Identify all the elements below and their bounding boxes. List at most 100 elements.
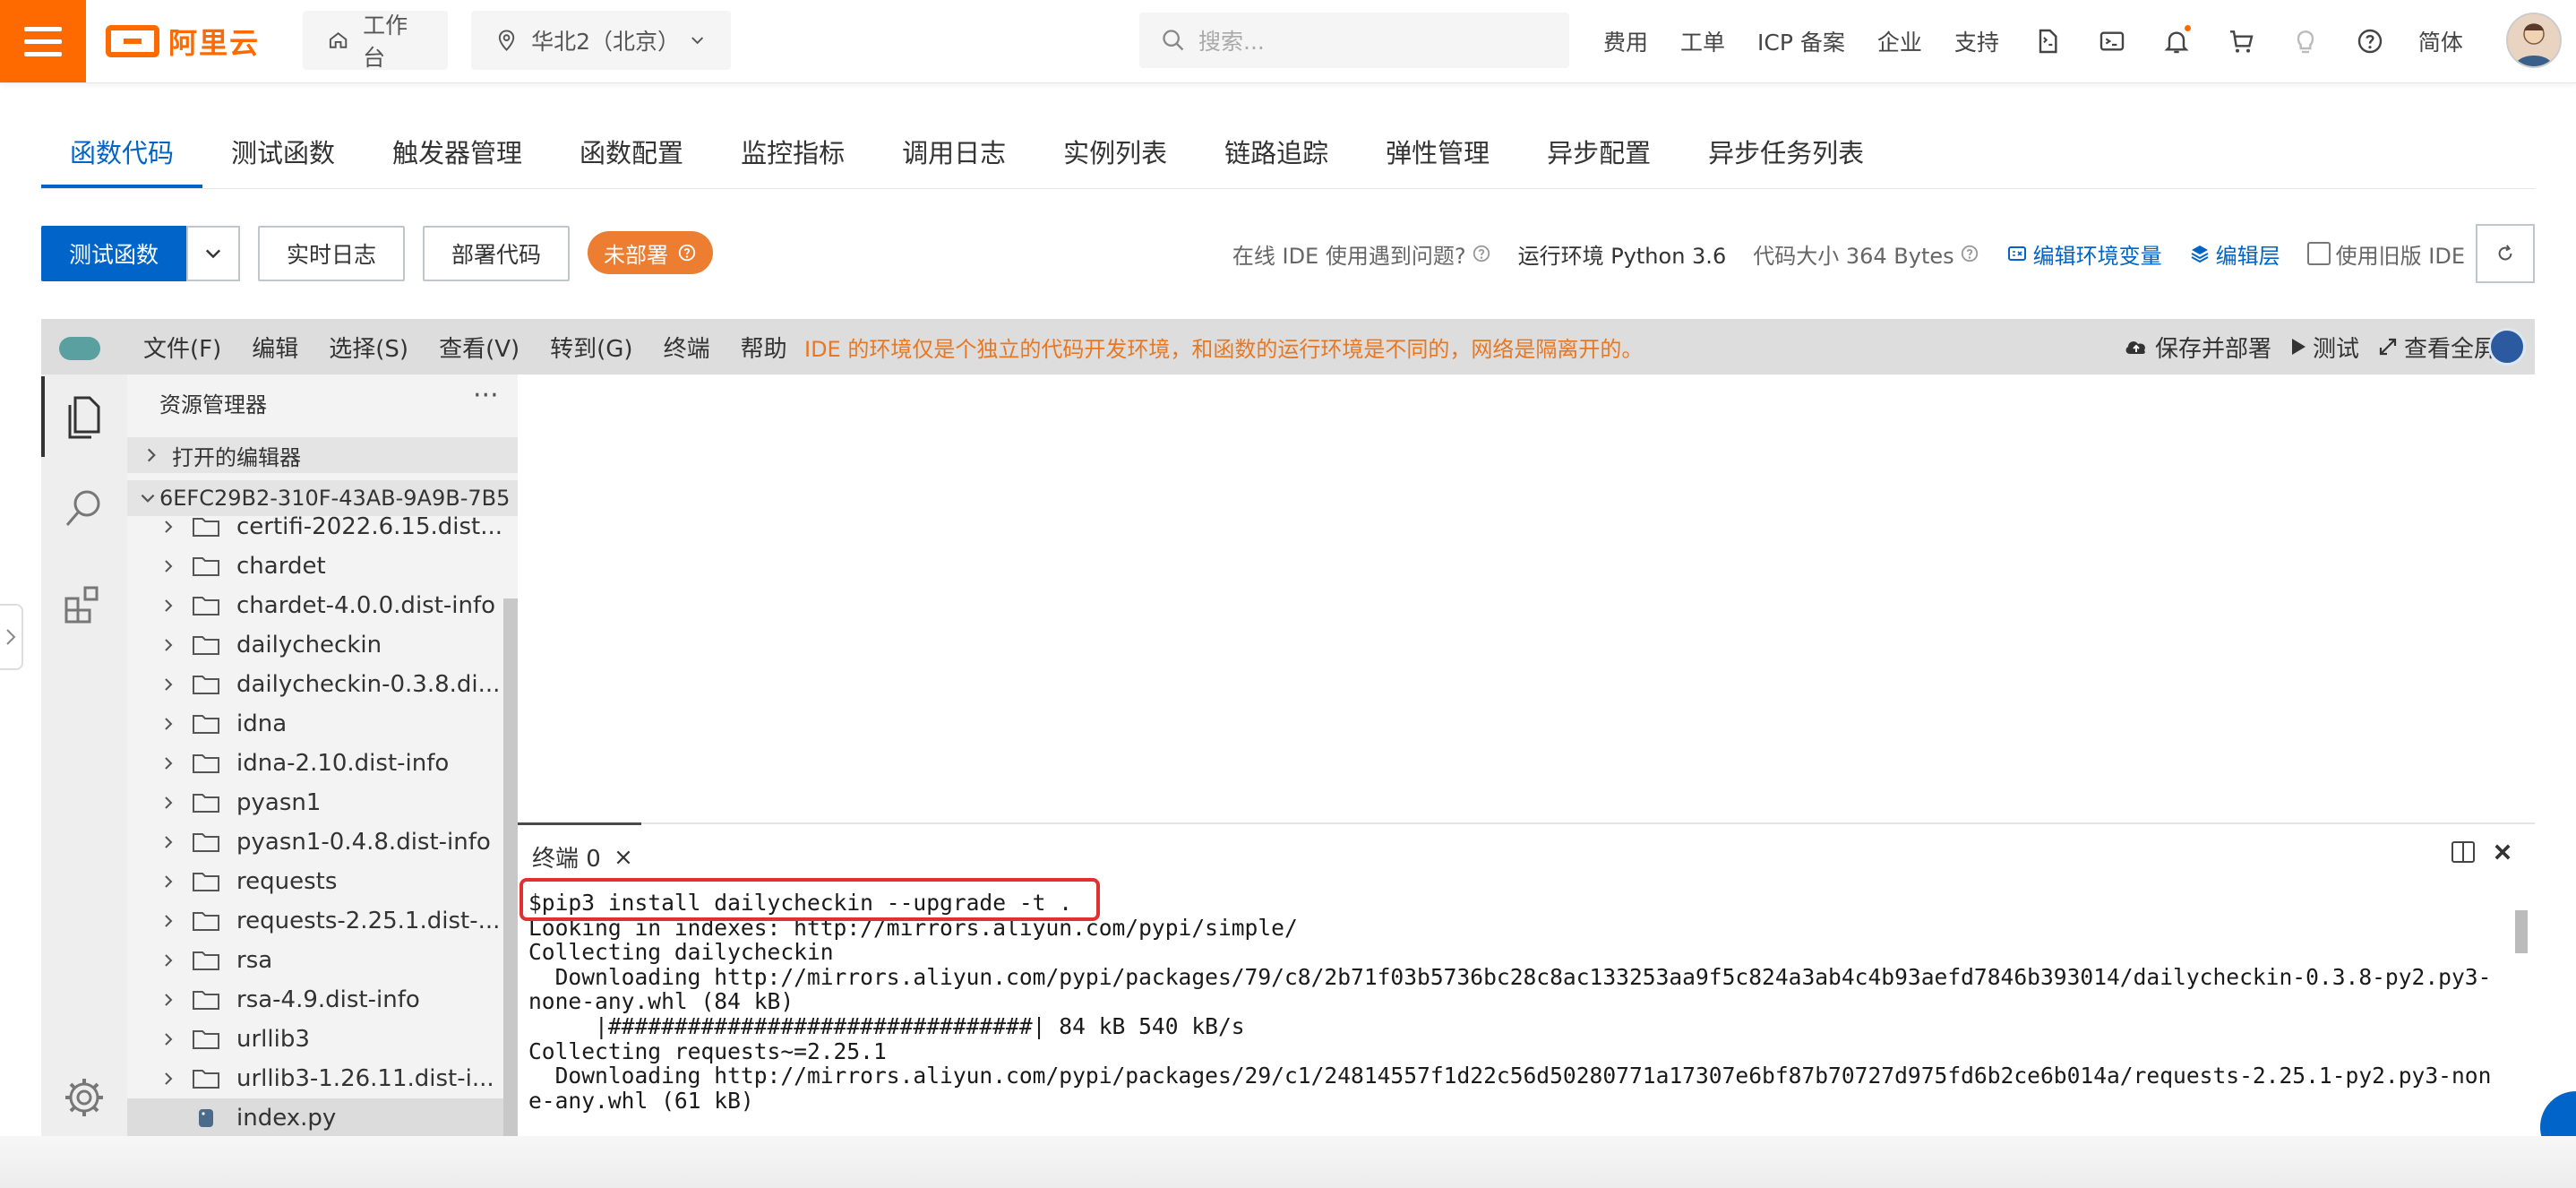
menu-goto[interactable]: 转到(G) [550, 331, 632, 364]
chevron-right-icon [152, 557, 185, 575]
menu-terminal[interactable]: 终端 [664, 331, 710, 364]
close-icon[interactable] [2492, 841, 2513, 863]
explorer-scrollbar[interactable] [503, 598, 518, 1136]
tab-metrics[interactable]: 监控指标 [712, 116, 873, 188]
split-icon[interactable] [2451, 840, 2476, 864]
ide-issue-help[interactable]: 在线 IDE 使用遇到问题? [1232, 238, 1491, 270]
tab-function-config[interactable]: 函数配置 [551, 116, 712, 188]
api-icon[interactable] [2031, 25, 2064, 57]
terminal-icon[interactable] [2096, 25, 2128, 57]
ide-account-icon[interactable] [2488, 328, 2526, 366]
more-actions-icon[interactable]: ··· [473, 380, 499, 411]
editor-area[interactable] [518, 374, 2535, 822]
test-options-dropdown[interactable] [186, 226, 240, 281]
explorer-title: 资源管理器 [159, 392, 267, 418]
chevron-right-icon [152, 676, 185, 693]
sidebar-toggle[interactable] [0, 604, 23, 670]
terminal-scrollbar[interactable] [2515, 910, 2528, 953]
tab-test-function[interactable]: 测试函数 [202, 116, 364, 188]
chevron-right-icon [152, 912, 185, 930]
tab-function-code[interactable]: 函数代码 [41, 116, 203, 188]
save-deploy-label: 保存并部署 [2154, 335, 2271, 363]
terminal-actions [2451, 840, 2513, 864]
deploy-code-button[interactable]: 部署代码 [423, 226, 570, 281]
folder-item[interactable]: dailycheckin [127, 625, 503, 665]
code-size: 代码大小 364 Bytes [1753, 238, 1979, 270]
tab-invocation-logs[interactable]: 调用日志 [873, 116, 1035, 188]
explorer-icon[interactable] [41, 376, 127, 457]
status-badge[interactable]: 未部署 [588, 231, 713, 274]
ide-test-button[interactable]: 测试 [2289, 331, 2359, 364]
terminal-tab-label: 终端 0 [532, 846, 601, 873]
tree-item-label: requests [236, 868, 338, 895]
menu-help[interactable]: 帮助 [741, 331, 787, 364]
tab-instances[interactable]: 实例列表 [1035, 116, 1196, 188]
folder-item[interactable]: dailycheckin-0.3.8.di... [127, 665, 503, 704]
folder-item[interactable]: requests [127, 862, 503, 901]
nav-billing[interactable]: 费用 [1603, 25, 1648, 57]
language-switch[interactable]: 简体 [2418, 25, 2463, 57]
menu-icon[interactable] [0, 0, 86, 82]
nav-support[interactable]: 支持 [1954, 25, 1999, 57]
workbench-button[interactable]: 工作台 [303, 11, 448, 71]
menu-edit[interactable]: 编辑 [252, 331, 298, 364]
folder-item[interactable]: rsa [127, 941, 503, 980]
menu-selection[interactable]: 选择(S) [329, 331, 408, 364]
folder-item[interactable]: urllib3 [127, 1020, 503, 1059]
terminal-tab[interactable]: 终端 0 [532, 840, 633, 874]
refresh-button[interactable] [2476, 224, 2535, 283]
aliyun-logo[interactable]: 阿里云 [106, 20, 260, 63]
folder-item[interactable]: idna-2.10.dist-info [127, 744, 503, 783]
folder-item[interactable]: certifi-2022.6.15.dist... [127, 507, 503, 547]
terminal-output[interactable]: $pip3 install dailycheckin --upgrade -t … [528, 891, 2515, 1113]
folder-item[interactable]: pyasn1 [127, 783, 503, 822]
nav-tickets[interactable]: 工单 [1680, 25, 1725, 57]
realtime-log-button[interactable]: 实时日志 [258, 226, 405, 281]
help-icon[interactable] [2354, 25, 2386, 57]
tab-async-tasks[interactable]: 异步任务列表 [1679, 116, 1893, 188]
tab-scaling[interactable]: 弹性管理 [1357, 116, 1518, 188]
chevron-down-icon [691, 37, 703, 45]
folder-item[interactable]: chardet [127, 547, 503, 586]
lightbulb-icon[interactable] [2289, 25, 2322, 57]
legacy-ide-option[interactable]: 使用旧版 IDE [2306, 238, 2465, 270]
menu-file[interactable]: 文件(F) [143, 331, 221, 364]
folder-item[interactable]: rsa-4.9.dist-info [127, 980, 503, 1020]
search-input[interactable]: 搜索... [1139, 13, 1569, 68]
settings-icon[interactable] [41, 1057, 127, 1138]
folder-item[interactable]: pyasn1-0.4.8.dist-info [127, 822, 503, 862]
test-function-button[interactable]: 测试函数 [41, 226, 186, 281]
status-badge-label: 未部署 [604, 242, 668, 268]
legacy-ide-checkbox[interactable] [2306, 242, 2331, 265]
menu-view[interactable]: 查看(V) [439, 331, 519, 364]
edit-env-vars-link[interactable]: 编辑环境变量 [2006, 238, 2162, 270]
bell-icon[interactable] [2160, 25, 2193, 57]
avatar[interactable] [2506, 13, 2562, 68]
terminal-tab-indicator [518, 822, 641, 825]
folder-item[interactable]: chardet-4.0.0.dist-info [127, 586, 503, 625]
nav-icp[interactable]: ICP 备案 [1757, 25, 1845, 57]
tab-async-config[interactable]: 异步配置 [1518, 116, 1679, 188]
region-selector[interactable]: 华北2（北京） [471, 11, 731, 70]
search-icon[interactable] [41, 468, 127, 548]
close-icon[interactable] [614, 848, 633, 867]
folder-item[interactable]: idna [127, 704, 503, 744]
terminal-line: none-any.whl (84 kB) [528, 988, 794, 1015]
chevron-right-icon [152, 991, 185, 1009]
tab-tracing[interactable]: 链路追踪 [1196, 116, 1357, 188]
folder-item[interactable]: urllib3-1.26.11.dist-i... [127, 1059, 503, 1098]
extensions-icon[interactable] [41, 564, 127, 645]
folder-icon [193, 912, 219, 931]
fullscreen-button[interactable]: 查看全屏 [2377, 331, 2497, 364]
tab-trigger-management[interactable]: 触发器管理 [364, 116, 551, 188]
folder-item[interactable]: requests-2.25.1.dist-... [127, 901, 503, 941]
chevron-down-icon [141, 494, 155, 503]
edit-layer-link[interactable]: 编辑层 [2189, 238, 2280, 270]
folder-icon [193, 794, 219, 813]
file-item[interactable]: index.py [127, 1098, 503, 1138]
open-editors-section[interactable]: 打开的编辑器 [127, 437, 518, 473]
cart-icon[interactable] [2225, 25, 2257, 57]
save-deploy-button[interactable]: 保存并部署 [2123, 331, 2271, 364]
nav-enterprise[interactable]: 企业 [1877, 25, 1922, 57]
home-icon [329, 32, 348, 48]
